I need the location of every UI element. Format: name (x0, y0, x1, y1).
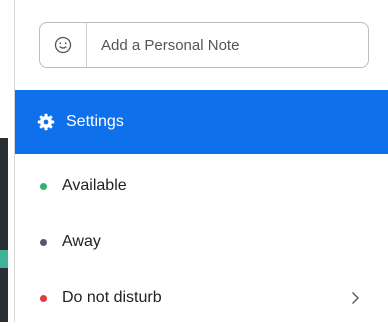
do-not-disturb-status-dot-icon (40, 294, 47, 302)
status-do-not-disturb[interactable]: Do not disturb (15, 270, 388, 326)
status-do-not-disturb-label: Do not disturb (62, 289, 162, 306)
emoji-button[interactable] (40, 23, 87, 67)
status-available-label: Available (62, 177, 127, 194)
chevron-right-icon (349, 288, 361, 308)
background-panel (0, 138, 8, 322)
personal-note-field[interactable]: Add a Personal Note (39, 22, 369, 68)
personal-note-placeholder: Add a Personal Note (101, 36, 240, 54)
settings-label: Settings (66, 113, 124, 130)
status-available[interactable]: Available (15, 158, 388, 214)
background-accent (0, 250, 8, 268)
status-menu: Add a Personal Note Settings Available A… (14, 0, 388, 322)
available-status-dot-icon (40, 182, 47, 190)
gear-icon (37, 113, 55, 131)
status-away[interactable]: Away (15, 214, 388, 270)
background-window-edge (0, 0, 8, 322)
smiley-icon (54, 36, 72, 54)
away-status-dot-icon (40, 238, 47, 246)
status-away-label: Away (62, 233, 101, 250)
settings-menu-item[interactable]: Settings (15, 90, 388, 154)
